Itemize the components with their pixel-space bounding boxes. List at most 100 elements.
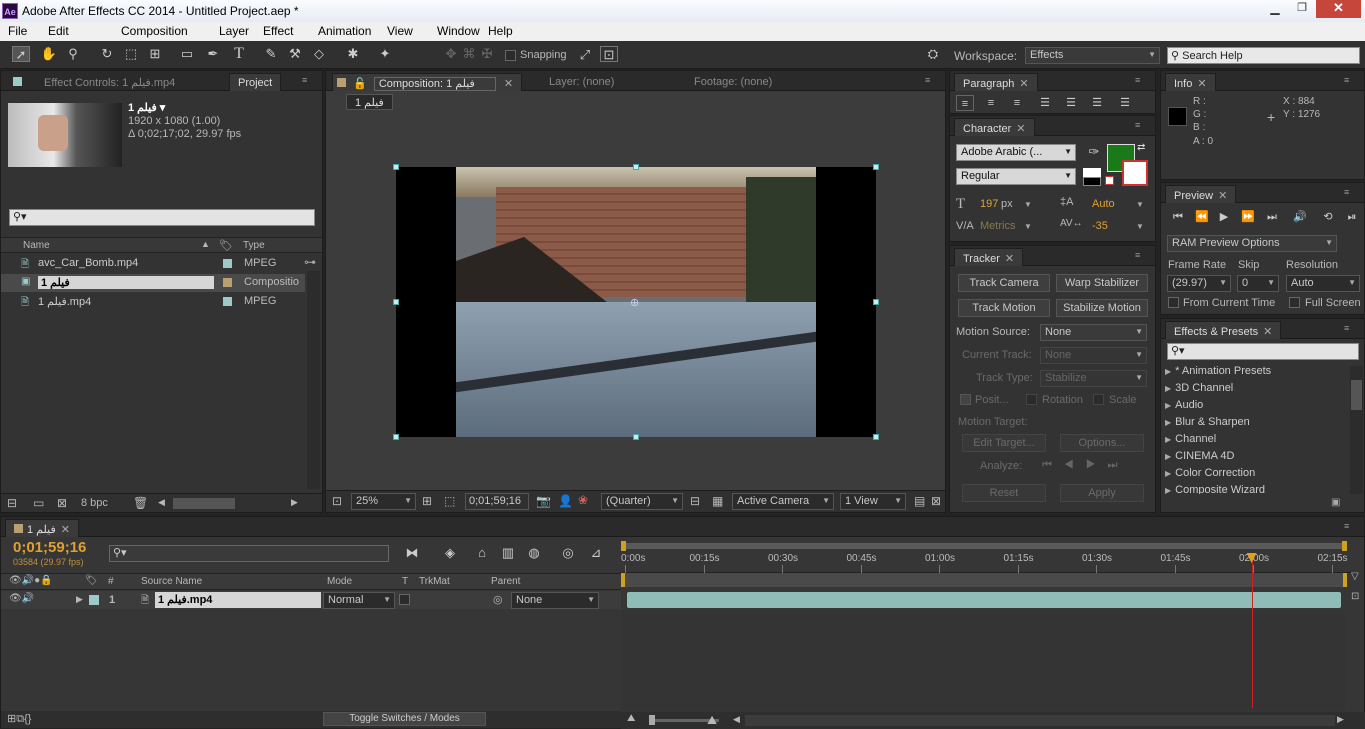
menu-help[interactable]: Help — [488, 24, 513, 38]
snapping-checkbox[interactable] — [505, 50, 516, 61]
resolution-dropdown[interactable]: (Quarter) — [601, 493, 683, 510]
effects-menu-icon[interactable]: ≡ — [1344, 323, 1358, 333]
menu-composition[interactable]: Composition — [121, 24, 188, 38]
comp-mini-flowchart-icon[interactable]: ⧓ — [403, 545, 421, 561]
previous-frame-icon[interactable]: ⏪ — [1193, 209, 1211, 225]
project-hscroll-thumb[interactable] — [173, 498, 235, 509]
menu-window[interactable]: Window — [437, 24, 480, 38]
eyedropper-icon[interactable]: ✑ — [1085, 144, 1103, 160]
work-area-start-icon[interactable] — [621, 541, 626, 551]
close-preview-icon[interactable]: ✕ — [1218, 190, 1227, 202]
layer-label-color[interactable] — [89, 595, 99, 605]
close-effects-icon[interactable]: ✕ — [1263, 326, 1272, 338]
label-column-icon[interactable]: 🏷 — [85, 575, 98, 586]
expand-triangle-icon[interactable]: ▶ — [1165, 367, 1171, 376]
toggle-switches-modes-button[interactable]: Toggle Switches / Modes — [323, 712, 486, 726]
layer-expand-icon[interactable]: ▶ — [76, 594, 83, 605]
leading-value[interactable]: Auto — [1092, 198, 1115, 210]
toggle-pixel-aspect-icon[interactable]: ▤ — [914, 494, 925, 508]
work-area-end-icon[interactable] — [1342, 541, 1347, 551]
ram-preview-options-dropdown[interactable]: RAM Preview Options — [1167, 235, 1337, 252]
motion-source-dropdown[interactable]: None — [1040, 324, 1147, 341]
tab-preview[interactable]: Preview ✕ — [1165, 185, 1237, 203]
lock-icon[interactable]: 🔓 — [353, 78, 367, 90]
timeline-scroll-left-icon[interactable]: ◀ — [733, 714, 740, 725]
safe-margins-icon[interactable]: ⬚ — [444, 494, 455, 508]
pen-tool-icon[interactable]: ✒ — [204, 46, 222, 62]
close-info-icon[interactable]: ✕ — [1197, 78, 1206, 90]
search-help-field[interactable]: ⚲ Search Help — [1167, 47, 1360, 64]
close-comp-tab-icon[interactable]: ✕ — [504, 78, 513, 90]
new-comp-icon[interactable]: ⊠ — [57, 496, 67, 510]
scroll-left-icon[interactable]: ◀ — [158, 497, 165, 508]
comp-button-icon[interactable]: ▽ — [1351, 571, 1359, 582]
menu-file[interactable]: File — [8, 24, 27, 38]
show-snapshot-icon[interactable]: 👤 — [558, 494, 573, 508]
justify-left-icon[interactable]: ☰ — [1036, 95, 1054, 111]
info-menu-icon[interactable]: ≡ — [1344, 75, 1358, 85]
preview-menu-icon[interactable]: ≡ — [1344, 187, 1358, 197]
expand-triangle-icon[interactable]: ▶ — [1165, 418, 1171, 427]
camera-tool-icon[interactable]: ⬚ — [122, 46, 140, 62]
timeline-graph-icon[interactable]: ⊡ — [1351, 591, 1359, 602]
expand-triangle-icon[interactable]: ▶ — [1165, 452, 1171, 461]
tracking-value[interactable]: -35 — [1092, 220, 1108, 232]
graph-editor-icon[interactable]: ⊿ — [587, 545, 605, 561]
draft-3d-icon[interactable]: ◈ — [441, 545, 459, 561]
swap-colors-icon[interactable]: ⇄ — [1137, 142, 1145, 153]
project-list-item[interactable]: 🗎 فیلم 1.mp4 MPEG — [1, 293, 305, 311]
mode-column[interactable]: Mode — [327, 576, 352, 587]
workspace-dropdown[interactable]: Effects — [1025, 47, 1160, 64]
transform-handle-bm[interactable] — [633, 434, 639, 440]
tab-project[interactable]: Project — [229, 73, 282, 91]
close-tracker-icon[interactable]: ✕ — [1005, 253, 1014, 265]
from-current-time-checkbox[interactable] — [1168, 297, 1179, 308]
tab-layer[interactable]: Layer: (none) — [541, 73, 622, 91]
effects-search-input[interactable]: ⚲▾ — [1167, 343, 1359, 360]
kerning-value[interactable]: Metrics — [980, 220, 1015, 232]
rotation-tool-icon[interactable]: ↻ — [98, 46, 116, 62]
close-timeline-icon[interactable]: ✕ — [61, 524, 70, 536]
expand-triangle-icon[interactable]: ▶ — [1165, 469, 1171, 478]
project-search-input[interactable]: ⚲▾ — [9, 209, 315, 226]
justify-center-icon[interactable]: ☰ — [1062, 95, 1080, 111]
tab-character[interactable]: Character ✕ — [954, 118, 1035, 136]
layer-switches-icons[interactable]: ⊞⧉{} — [7, 712, 31, 726]
trkmat-column[interactable]: TrkMat — [419, 576, 450, 587]
channel-icon[interactable]: ❀ — [578, 493, 588, 507]
comp-panel-menu-icon[interactable]: ≡ — [925, 75, 939, 85]
align-right-icon[interactable]: ≡ — [1008, 95, 1026, 111]
frame-rate-dropdown[interactable]: (29.97) — [1167, 275, 1231, 292]
scroll-right-icon[interactable]: ▶ — [291, 497, 298, 508]
puppet-tool-icon[interactable]: ✦ — [376, 46, 394, 62]
transform-handle-bl[interactable] — [393, 434, 399, 440]
ram-preview-icon[interactable]: ⏯ — [1343, 209, 1361, 225]
restore-button[interactable]: ❐ — [1289, 1, 1315, 18]
playhead[interactable] — [1251, 553, 1253, 708]
effects-scrollbar[interactable] — [1350, 366, 1363, 494]
hand-tool-icon[interactable]: ✋ — [40, 46, 58, 62]
close-button[interactable]: ✕ — [1316, 0, 1361, 18]
font-style-dropdown[interactable]: Regular — [956, 168, 1076, 185]
effects-category-item[interactable]: ▶ CINEMA 4D — [1165, 450, 1234, 466]
loop-icon[interactable]: ⟲ — [1319, 209, 1337, 225]
timeline-scroll-right-icon[interactable]: ▶ — [1337, 714, 1344, 725]
label-color-swatch[interactable] — [223, 297, 232, 306]
transform-handle-tl[interactable] — [393, 164, 399, 170]
tab-footage[interactable]: Footage: (none) — [686, 73, 780, 91]
snapshot-icon[interactable]: 📷 — [536, 494, 551, 508]
white-swatch[interactable] — [1083, 168, 1101, 177]
align-left-icon[interactable]: ≡ — [956, 95, 974, 111]
effects-category-item[interactable]: ▶ Color Correction — [1165, 467, 1255, 483]
interpret-footage-icon[interactable]: ⊟ — [7, 496, 17, 510]
zoom-out-icon[interactable]: ⛰ — [627, 713, 635, 724]
zoom-tool-icon[interactable]: ⚲ — [64, 46, 82, 62]
track-camera-button[interactable]: Track Camera — [958, 274, 1050, 292]
menu-view[interactable]: View — [387, 24, 413, 38]
effects-category-item[interactable]: ▶ * Animation Presets — [1165, 365, 1271, 381]
roto-brush-tool-icon[interactable]: ✱ — [344, 46, 362, 62]
warp-stabilizer-button[interactable]: Warp Stabilizer — [1056, 274, 1148, 292]
eraser-tool-icon[interactable]: ◇ — [310, 46, 328, 62]
leading-dropdown-icon[interactable]: ▼ — [1136, 200, 1144, 209]
selection-tool-icon[interactable]: ➚ — [12, 46, 30, 62]
